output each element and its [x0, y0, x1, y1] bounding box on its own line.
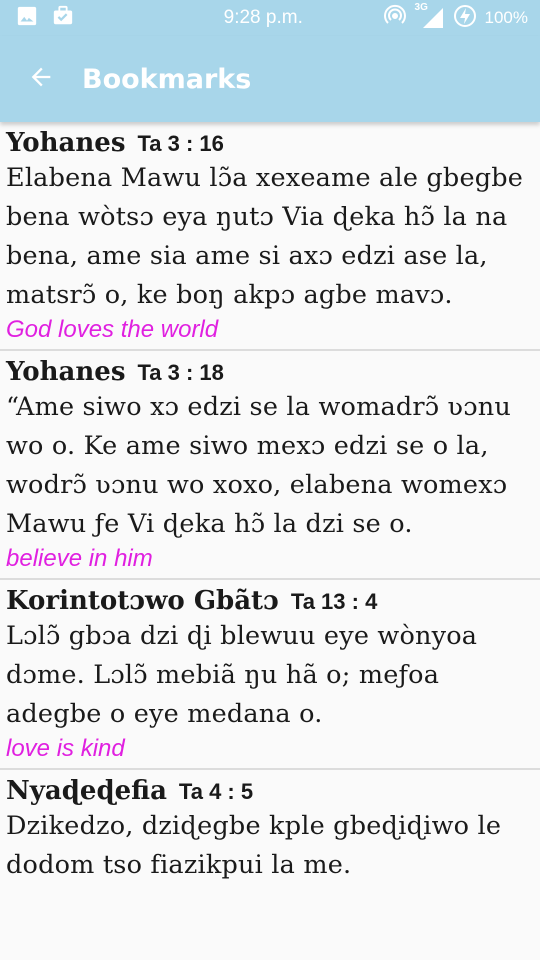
book-name: Korintotɔwo Gbãtɔ: [6, 586, 279, 616]
bookmark-item[interactable]: Yohanes Ta 3 : 16 Elabena Mawu lɔ̃a xexe…: [0, 122, 540, 351]
status-time: 9:28 p.m.: [223, 7, 303, 28]
verse-text: Dzikedzo, dziɖegbe kple gbeɖiɖiwo le dod…: [6, 811, 502, 880]
status-right-icons: 3G 100%: [383, 2, 540, 33]
chapter-verse: Ta 13 : 4: [290, 589, 378, 614]
image-icon: [16, 5, 38, 31]
verse-text: Elabena Mawu lɔ̃a xexeame ale gbegbe ben…: [6, 163, 524, 310]
verse-reference: Korintotɔwo Gbãtɔ Ta 13 : 4: [6, 586, 534, 617]
book-name: Nyaɖeɖefia: [6, 776, 167, 806]
hotspot-icon: [383, 4, 407, 33]
verse-reference: Nyaɖeɖefia Ta 4 : 5: [6, 776, 534, 807]
bookmark-note: believe in him: [6, 545, 153, 572]
back-button[interactable]: [0, 36, 82, 122]
book-name: Yohanes: [6, 357, 126, 387]
status-bar: 9:28 p.m. 3G 100%: [0, 0, 540, 36]
signal-icon: 3G: [415, 2, 445, 30]
page-title: Bookmarks: [82, 63, 252, 95]
chapter-verse: Ta 4 : 5: [178, 779, 254, 804]
arrow-left-icon: [27, 63, 55, 95]
app-toolbar: Bookmarks: [0, 36, 540, 122]
bookmark-list: Yohanes Ta 3 : 16 Elabena Mawu lɔ̃a xexe…: [0, 122, 540, 960]
battery-charging-icon: [453, 4, 477, 33]
chapter-verse: Ta 3 : 18: [137, 360, 224, 385]
bookmark-item[interactable]: Yohanes Ta 3 : 18 “Ame siwo xɔ edzi se l…: [0, 351, 540, 580]
verse-reference: Yohanes Ta 3 : 16: [6, 128, 534, 159]
status-left-icons: [0, 5, 180, 31]
book-name: Yohanes: [6, 128, 126, 158]
bookmark-item[interactable]: Nyaɖeɖefia Ta 4 : 5 Dzikedzo, dziɖegbe k…: [0, 770, 540, 889]
battery-percent: 100%: [484, 8, 528, 27]
verse-reference: Yohanes Ta 3 : 18: [6, 357, 534, 388]
bookmark-note: God loves the world: [6, 316, 219, 343]
chapter-verse: Ta 3 : 16: [137, 131, 224, 156]
verse-text: Lɔlɔ̃ gbɔa dzi ɖi blewuu eye wònyoa dɔme…: [6, 621, 478, 729]
briefcase-check-icon: [52, 5, 74, 31]
verse-text: “Ame siwo xɔ edzi se la womadrɔ̃ ʋɔnu wo…: [6, 392, 511, 539]
bookmark-note: love is kind: [6, 735, 125, 762]
bookmark-item[interactable]: Korintotɔwo Gbãtɔ Ta 13 : 4 Lɔlɔ̃ gbɔa d…: [0, 580, 540, 770]
